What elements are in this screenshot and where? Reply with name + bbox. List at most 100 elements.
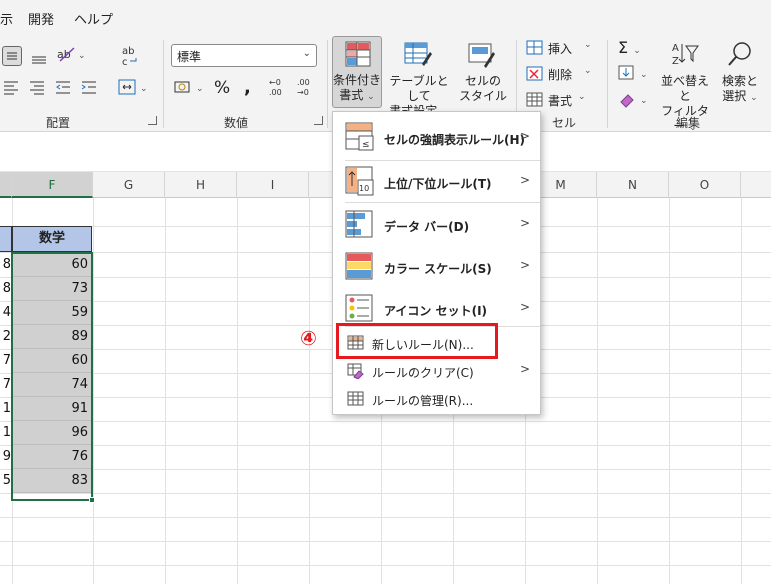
tab-view[interactable]: 示 — [0, 9, 13, 28]
delete-button[interactable]: 削除 ⌄ — [526, 64, 600, 84]
percent-style-icon[interactable]: % — [214, 78, 230, 98]
increase-decimal-icon[interactable]: ←0.00 — [268, 76, 288, 101]
cell-f[interactable]: 76 — [12, 445, 92, 469]
clear-rules-label: ルールのクリア(C) — [372, 366, 474, 380]
insert-button[interactable]: 挿入 ⌄ — [526, 38, 600, 58]
group-label-number: 数値 — [224, 116, 249, 130]
find-select-label-2: 選択 — [722, 89, 747, 103]
tab-developer[interactable]: 開発 — [28, 9, 54, 28]
wrap-text-icon[interactable]: ab c — [120, 44, 142, 71]
autosum-icon[interactable]: Σ ⌄ — [618, 38, 641, 57]
number-launcher-icon[interactable] — [314, 116, 323, 125]
orientation-icon[interactable]: ab ⌄ — [56, 44, 86, 67]
cell-e[interactable]: 9 — [0, 445, 12, 469]
eraser-icon[interactable]: ⌄ — [618, 90, 652, 111]
cell-f[interactable]: 74 — [12, 373, 92, 397]
delete-label: 削除 — [548, 68, 573, 82]
format-cells-icon — [526, 92, 543, 107]
tab-help[interactable]: ヘルプ — [74, 9, 113, 28]
cell-f[interactable]: 60 — [12, 252, 92, 277]
find-select-button[interactable]: 検索と 選択 ⌄ — [716, 36, 764, 108]
column-header-n[interactable]: N — [597, 172, 669, 198]
align-left-icon[interactable] — [2, 78, 20, 99]
cell-styles-button[interactable]: セルの スタイル ⌄ — [456, 36, 510, 118]
cell-e[interactable]: 2 — [0, 325, 12, 349]
icon-sets-icon — [345, 294, 373, 322]
chevron-down-icon: ⌄ — [584, 66, 592, 76]
increase-indent-icon[interactable] — [80, 78, 98, 99]
format-as-table-icon — [404, 42, 432, 66]
format-as-table-button[interactable]: テーブルとして 書式設定 ⌄ — [386, 36, 452, 118]
cell-f[interactable]: 96 — [12, 421, 92, 445]
conditional-format-label-1: 条件付き — [333, 73, 382, 87]
cell-e[interactable]: 1 — [0, 397, 12, 421]
svg-text:c: c — [122, 57, 128, 68]
menu-item-clear-rules[interactable]: ルールのクリア(C) > — [333, 358, 540, 384]
insert-cells-icon — [526, 40, 543, 55]
merge-center-icon[interactable]: ⌄ — [118, 78, 152, 99]
highlight-rules-label: セルの強調表示ルール(H) — [384, 133, 526, 147]
fill-handle[interactable] — [89, 497, 95, 503]
cell-e[interactable]: 7 — [0, 373, 12, 397]
conditional-format-button[interactable]: 条件付き 書式 ⌄ — [332, 36, 382, 108]
menu-item-color-scales[interactable]: カラー スケール(S) > — [333, 246, 540, 288]
cell-e[interactable]: 1 — [0, 421, 12, 445]
data-bars-label: データ バー(D) — [384, 220, 470, 234]
separator — [607, 40, 608, 128]
menu-item-top-bottom-rules[interactable]: 10 上位/下位ルール(T) > — [333, 160, 540, 202]
column-header-o[interactable]: O — [669, 172, 741, 198]
decrease-indent-icon[interactable] — [54, 78, 72, 99]
column-header-h[interactable]: H — [165, 172, 237, 198]
fill-icon[interactable]: ⌄ — [618, 64, 652, 85]
alignment-launcher-icon[interactable] — [148, 116, 157, 125]
insert-label: 挿入 — [548, 42, 573, 56]
cell-f[interactable]: 91 — [12, 397, 92, 421]
column-header-i[interactable]: I — [237, 172, 309, 198]
column-header-g[interactable]: G — [93, 172, 165, 198]
align-bottom-icon[interactable] — [30, 48, 48, 69]
column-header-p[interactable] — [741, 172, 771, 198]
decrease-decimal-icon[interactable]: .00 →0 — [296, 76, 316, 101]
align-right-icon[interactable] — [28, 78, 46, 99]
cell-e[interactable]: 8 — [0, 277, 12, 301]
column-header-e[interactable] — [0, 172, 12, 198]
svg-text:A: A — [672, 43, 679, 54]
cell-f[interactable]: 59 — [12, 301, 92, 325]
conditional-format-label-2: 書式 — [339, 88, 364, 102]
format-button[interactable]: 書式 ⌄ — [526, 90, 600, 110]
cell-f[interactable]: 83 — [12, 469, 92, 493]
cell-e[interactable]: 5 — [0, 469, 12, 493]
menu-item-highlight-rules[interactable]: ≤ セルの強調表示ルール(H) > — [333, 116, 540, 158]
cell-e[interactable]: 7 — [0, 349, 12, 373]
svg-text:.00: .00 — [297, 78, 310, 87]
cell-f[interactable]: 60 — [12, 349, 92, 373]
cell-f[interactable]: 73 — [12, 277, 92, 301]
svg-text:←0: ←0 — [269, 78, 281, 87]
table-header-e[interactable] — [0, 226, 12, 252]
cell-f[interactable]: 89 — [12, 325, 92, 349]
icon-sets-label: アイコン セット(I) — [384, 304, 488, 318]
column-header-f[interactable]: F — [12, 172, 93, 198]
top-bottom-rules-label: 上位/下位ルール(T) — [384, 177, 492, 191]
chevron-down-icon: ⌄ — [367, 92, 375, 102]
accounting-format-icon[interactable]: ⌄ — [174, 78, 208, 99]
chevron-down-icon: ⌄ — [584, 40, 592, 50]
menu-item-data-bars[interactable]: データ バー(D) > — [333, 204, 540, 246]
table-header-math[interactable]: 数学 — [12, 226, 92, 252]
format-label: 書式 — [548, 94, 573, 108]
step-marker: ④ — [300, 326, 317, 350]
sort-filter-button[interactable]: A Z 並べ替えと フィルター ⌄ — [656, 36, 714, 133]
chevron-down-icon: ⌄ — [578, 92, 586, 102]
cell-styles-label-2: スタイル — [458, 89, 507, 103]
cell-e[interactable]: 8 — [0, 252, 12, 277]
number-format-select[interactable]: 標準 ⌄ — [171, 44, 317, 67]
cell-e[interactable]: 4 — [0, 301, 12, 325]
menu-item-manage-rules[interactable]: ルールの管理(R)... — [333, 386, 540, 412]
svg-text:Z: Z — [672, 56, 679, 67]
group-label-cells: セル — [552, 116, 577, 130]
comma-style-icon[interactable]: , — [244, 77, 251, 98]
color-scales-label: カラー スケール(S) — [384, 262, 492, 276]
svg-text:.00: .00 — [269, 88, 282, 97]
menu-bar: 示 開発 ヘルプ — [0, 0, 771, 34]
align-middle-icon[interactable] — [2, 46, 22, 66]
